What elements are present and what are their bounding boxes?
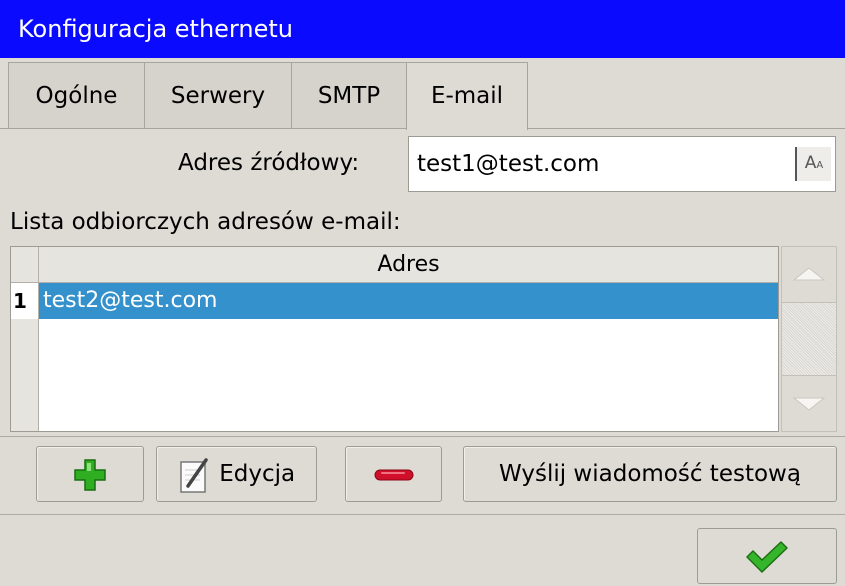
send-test-email-button[interactable]: Wyślij wiadomość testową bbox=[463, 446, 837, 502]
pencil-icon bbox=[180, 457, 208, 493]
scroll-down-button[interactable] bbox=[782, 375, 836, 431]
source-address-input[interactable]: test1@test.com AA bbox=[408, 136, 836, 192]
column-header-address[interactable]: Adres bbox=[39, 247, 778, 283]
source-address-label: Adres źródłowy: bbox=[178, 150, 360, 176]
tab-serwery[interactable]: Serwery bbox=[144, 62, 292, 128]
scroll-up-button[interactable] bbox=[782, 247, 836, 303]
table-corner bbox=[11, 247, 39, 283]
chevron-up-icon bbox=[792, 267, 826, 281]
row-address[interactable]: test2@test.com bbox=[39, 283, 778, 319]
keyboard-icon[interactable]: AA bbox=[795, 147, 831, 181]
add-button[interactable] bbox=[36, 446, 144, 502]
row-index: 1 bbox=[11, 283, 39, 319]
source-address-value: test1@test.com bbox=[417, 151, 600, 177]
checkmark-icon bbox=[746, 540, 788, 573]
tab-email[interactable]: E-mail bbox=[406, 62, 528, 130]
ok-button[interactable] bbox=[697, 528, 837, 584]
remove-button[interactable] bbox=[345, 446, 442, 502]
chevron-down-icon bbox=[792, 397, 826, 411]
scroll-track[interactable] bbox=[782, 303, 836, 375]
recipients-label: Lista odbiorczych adresów e-mail: bbox=[10, 209, 401, 235]
minus-icon bbox=[374, 469, 413, 480]
tab-ogolne[interactable]: Ogólne bbox=[8, 62, 145, 128]
plus-icon bbox=[74, 458, 106, 491]
edit-button[interactable]: Edycja bbox=[156, 446, 317, 502]
window-title: Konfiguracja ethernetu bbox=[0, 0, 845, 58]
footer-divider bbox=[0, 514, 845, 515]
tab-smtp[interactable]: SMTP bbox=[291, 62, 407, 128]
scrollbar[interactable] bbox=[781, 246, 837, 432]
recipients-table: Adres 1 test2@test.com bbox=[10, 246, 779, 432]
divider bbox=[0, 436, 845, 437]
tab-bar: Ogólne Serwery SMTP E-mail bbox=[8, 62, 528, 130]
edit-button-label: Edycja bbox=[219, 461, 296, 487]
table-row[interactable]: 1 test2@test.com bbox=[11, 283, 778, 319]
